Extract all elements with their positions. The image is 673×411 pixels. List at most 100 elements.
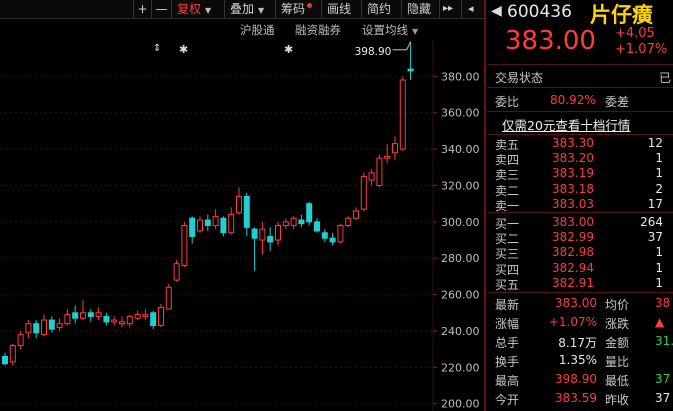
candle [56,318,63,331]
candle-body [181,225,188,267]
jianyue-button[interactable]: 简约 [361,0,401,18]
order-row[interactable]: 卖三 383.19 1 [487,166,673,182]
candle-body [220,217,227,234]
hugutong-link[interactable]: 沪股通 [240,22,275,38]
candle-body [103,315,110,323]
candle [314,218,320,233]
candlestick-chart[interactable]: 380.00 360.00 340.00 320.00 300.00 280.00 260.… [0,40,484,411]
candle-body [399,79,406,150]
order-price: 383.18 [552,181,594,196]
candle-body [204,219,211,226]
candle-body [212,215,219,226]
high-annotation-label: 398.90 [355,46,392,58]
y-tick-label: 240.00 [441,325,480,338]
diejia-dropdown[interactable]: 叠加 ▼ [224,0,275,18]
order-row[interactable]: 卖二 383.18 2 [487,181,673,198]
candles [2,41,414,366]
order-row[interactable]: 卖四 383.20 1 [487,151,673,167]
current-price: 383.00 [505,26,596,56]
stat-value: +1.07% [548,315,597,329]
expand-icon[interactable]: ▸▸ [439,0,461,18]
collapse-icon[interactable]: ◀ [491,3,502,19]
candle-body [56,323,63,328]
y-tick-label: 300.00 [441,216,480,229]
candle [173,260,180,282]
stat-label: 涨跌 [605,317,630,331]
order-price: 382.99 [552,230,594,245]
candle-body [282,221,289,227]
candle-body [392,143,398,154]
order-row[interactable]: 买四 382.94 1 [487,261,673,277]
candle [298,214,305,228]
ma-settings-dropdown[interactable]: 设置均线 ▼ [362,22,418,38]
chouma-label: 筹码 [281,2,306,16]
y-tick-label: 360.00 [441,107,480,120]
y-tick-label: 320.00 [441,179,480,192]
candle-body [368,172,375,181]
stat-row: 最新 383.00 均价 38 [487,296,673,312]
candle [103,312,110,326]
order-price: 383.19 [552,166,594,181]
order-row[interactable]: 卖五 383.30 12 [487,136,673,152]
order-row[interactable]: 买一 383.00 264 [487,215,673,231]
stat-value: 38 [655,296,671,310]
chart-toolbar: + — 复权 ▼ 叠加 ▼ 筹码 画线 简约 隐藏 ▸▸ ◂ [0,0,484,19]
chevron-down-icon: ▼ [412,27,419,36]
stat-label: 量比 [605,355,630,369]
order-row[interactable]: 卖一 383.03 17 [487,197,673,213]
candle-body [150,312,157,327]
candle [376,154,383,188]
candle [368,169,375,186]
level2-link[interactable]: 仅需20元查看十档行情 [502,115,630,134]
stat-value: ▲ [655,315,665,329]
stat-label: 最高 [495,374,520,388]
stat-label: 最低 [605,374,630,388]
candle-body [275,225,281,241]
order-row[interactable]: 买三 382.98 1 [487,245,673,261]
candle [72,305,79,324]
candle-body [173,263,180,281]
yincang-button[interactable]: 隐藏 [401,0,439,18]
status-value: 已 [659,71,672,85]
candle [220,216,227,237]
y-tick-label: 220.00 [441,361,480,374]
stat-label: 昨收 [605,393,630,407]
candle [267,227,274,251]
panel-divider [484,0,486,411]
stat-value: 1.35% [558,353,597,367]
y-tick-label: 200.00 [441,398,480,411]
candle-body [376,157,383,186]
candle [165,283,172,310]
candle [392,136,398,161]
rongzi-link[interactable]: 融资融券 [295,22,341,38]
candle-body [306,203,313,223]
order-volume: 37 [647,230,663,245]
stat-label: 均价 [605,298,630,312]
candle-body [290,217,297,227]
candle [2,352,8,366]
candle-body [407,68,414,72]
candle-body [9,345,16,363]
order-volume: 1 [655,151,663,166]
candle [142,309,149,321]
stat-row: 换手 1.35% 量比 [487,353,673,369]
candle [212,209,219,230]
stat-value: 37 [655,391,671,405]
order-price: 383.30 [552,136,594,150]
candle [189,216,196,244]
collapse-icon[interactable]: ◂ [461,0,484,18]
fuquan-dropdown[interactable]: 复权 ▼ [171,0,224,18]
weibi-label: 委比 [495,95,520,109]
order-row[interactable]: 买五 382.91 1 [487,276,673,292]
chouma-button[interactable]: 筹码 [275,0,321,18]
huaxian-button[interactable]: 画线 [321,0,361,18]
order-row[interactable]: 买二 382.99 37 [487,230,673,246]
zoom-in-button[interactable]: + [133,0,151,18]
candle [360,172,367,211]
y-tick-label: 340.00 [441,143,480,156]
candle [321,229,328,242]
candle-body [48,319,55,330]
candle [95,307,102,321]
candle-body [126,315,133,325]
zoom-out-button[interactable]: — [151,0,171,18]
